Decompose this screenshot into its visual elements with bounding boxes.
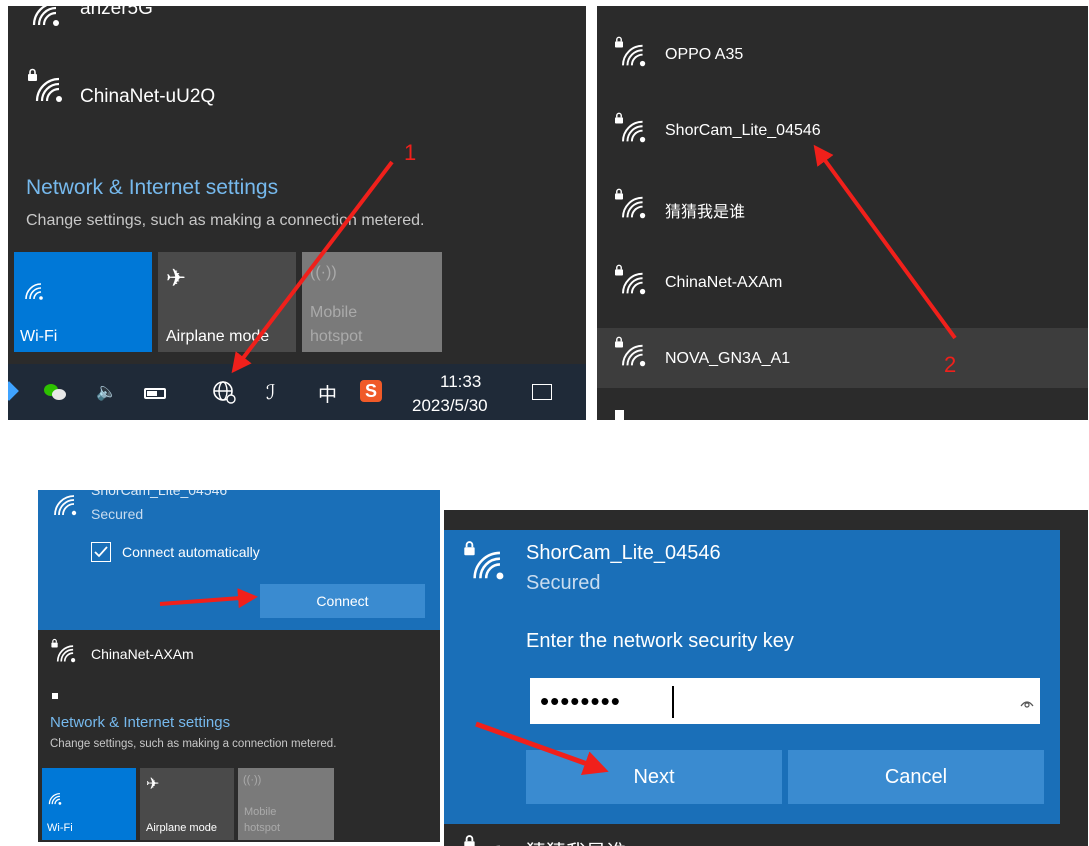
- pen-icon[interactable]: ℐ: [266, 380, 275, 405]
- secured-wifi-icon: [615, 264, 646, 295]
- connect-button-label: Connect: [316, 593, 369, 609]
- annotation-number-1: 1: [404, 140, 417, 165]
- checkmark-icon: [94, 546, 108, 558]
- airplane-icon: ✈: [146, 774, 160, 793]
- network-item-hovered[interactable]: NOVA_GN3A_A1: [597, 328, 1088, 388]
- wifi-quick-action-tile[interactable]: Wi-Fi: [14, 252, 152, 352]
- ime-indicator[interactable]: 中: [318, 380, 337, 407]
- annotation-number-2: 2: [944, 352, 957, 377]
- cancel-button[interactable]: Cancel: [788, 750, 1044, 804]
- secured-wifi-icon: [615, 336, 646, 367]
- security-key-input[interactable]: ••••••••: [528, 676, 1042, 726]
- next-button[interactable]: Next: [526, 750, 782, 804]
- network-item[interactable]: 猜猜我是谁: [597, 180, 1088, 240]
- network-name: ShorCam_Lite_04546: [665, 122, 821, 139]
- hotspot-icon: ((·)): [310, 264, 337, 281]
- security-key-card: ShorCam_Lite_04546 Secured Enter the net…: [444, 530, 1060, 824]
- network-name: OPPO A35: [665, 46, 744, 63]
- network-name: anzer5G: [80, 6, 153, 19]
- wifi-icon: [54, 495, 77, 516]
- wifi-icon: [48, 792, 62, 805]
- secured-wifi-icon: [28, 68, 62, 102]
- connect-button[interactable]: Connect: [260, 584, 425, 618]
- network-name: ShorCam_Lite_04546: [526, 542, 721, 564]
- reveal-password-eye-icon[interactable]: [1020, 698, 1034, 708]
- network-name-partial: ShorCam_Lite_04546: [91, 490, 228, 498]
- tile-label: Airplane mode: [166, 328, 270, 345]
- tile-label-line2: hotspot: [244, 822, 281, 834]
- network-name: ChinaNet-AXAm: [91, 646, 194, 662]
- secured-wifi-icon: [615, 36, 646, 67]
- network-status: Secured: [526, 572, 601, 594]
- network-item-chinanet-axam[interactable]: ChinaNet-AXAm: [38, 636, 440, 676]
- airplane-mode-tile[interactable]: ✈ Airplane mode: [158, 252, 296, 352]
- connect-automatically-label: Connect automatically: [122, 544, 260, 560]
- secured-wifi-icon: [51, 638, 76, 663]
- network-settings-description: Change settings, such as making a connec…: [26, 212, 425, 229]
- security-key-value: ••••••••: [540, 686, 621, 716]
- wifi-icon: [25, 283, 43, 300]
- secured-wifi-icon: [464, 541, 504, 580]
- tile-label: Wi-Fi: [20, 328, 58, 345]
- wifi-icon: [32, 6, 59, 26]
- mobile-hotspot-tile[interactable]: ((·)) Mobile hotspot: [302, 252, 442, 352]
- lock-icon-partial: [52, 693, 58, 699]
- text-caret: [672, 686, 674, 718]
- app-icon[interactable]: [8, 381, 19, 401]
- network-item[interactable]: OPPO A35: [597, 28, 1088, 88]
- action-center-icon[interactable]: [532, 384, 552, 400]
- volume-icon[interactable]: 🔈: [96, 382, 117, 402]
- network-settings-link[interactable]: Network & Internet settings: [26, 176, 278, 200]
- secured-wifi-icon: [615, 112, 646, 143]
- wechat-icon[interactable]: [44, 384, 66, 400]
- tile-label-line1: Mobile: [244, 806, 277, 818]
- battery-icon[interactable]: [144, 388, 166, 399]
- network-name-partial: 猜猜我是谁: [526, 836, 626, 846]
- sogou-icon[interactable]: S: [360, 380, 382, 402]
- tile-label: Airplane mode: [146, 822, 217, 834]
- clock-date[interactable]: 2023/5/30: [412, 396, 488, 416]
- network-name: ChinaNet-AXAm: [665, 274, 783, 291]
- connect-automatically-checkbox[interactable]: [91, 542, 111, 562]
- hotspot-icon: ((·)): [243, 774, 262, 786]
- network-item[interactable]: ShorCam_Lite_04546: [597, 104, 1088, 164]
- tile-label-line1: Mobile: [310, 304, 358, 321]
- secured-wifi-icon: [615, 188, 646, 219]
- secured-wifi-icon: [464, 835, 500, 846]
- taskbar: 🔈 ℐ 中 S 11:33 2023/5/30: [8, 364, 586, 420]
- network-item-chinanet-uu2q[interactable]: ChinaNet-uU2Q: [8, 64, 586, 124]
- airplane-mode-tile[interactable]: ✈ Airplane mode: [140, 768, 234, 840]
- network-name: 猜猜我是谁: [665, 202, 746, 221]
- tile-label-line2: hotspot: [310, 328, 363, 345]
- network-settings-description: Change settings, such as making a connec…: [50, 738, 337, 750]
- network-settings-link[interactable]: Network & Internet settings: [50, 714, 230, 731]
- network-name: ChinaNet-uU2Q: [80, 86, 216, 107]
- network-item-anzer5g[interactable]: anzer5G: [8, 6, 586, 26]
- panel-network-flyout-1: anzer5G ChinaNet-uU2Q Network & Internet…: [8, 6, 586, 420]
- tile-label: Wi-Fi: [47, 822, 73, 834]
- network-item-partial[interactable]: 猜猜我是谁: [444, 828, 1060, 846]
- network-item[interactable]: ChinaNet-AXAm: [597, 256, 1088, 316]
- cancel-button-label: Cancel: [884, 766, 948, 788]
- lock-icon-partial: [615, 410, 624, 420]
- security-key-prompt: Enter the network security key: [526, 630, 794, 652]
- network-name: NOVA_GN3A_A1: [665, 350, 791, 367]
- panel-network-list: OPPO A35 ShorCam_Lite_04546 猜猜我是谁 ChinaN…: [597, 6, 1088, 420]
- panel-connect-flyout: ShorCam_Lite_04546 Secured Connect autom…: [38, 490, 440, 842]
- airplane-icon: ✈: [166, 264, 187, 292]
- selected-network-card: ShorCam_Lite_04546 Secured Connect autom…: [38, 490, 440, 630]
- clock-time[interactable]: 11:33: [440, 372, 481, 392]
- network-status: Secured: [91, 506, 144, 522]
- panel-security-key-dialog: ShorCam_Lite_04546 Secured Enter the net…: [444, 510, 1088, 846]
- wifi-quick-action-tile[interactable]: Wi-Fi: [42, 768, 136, 840]
- next-button-label: Next: [633, 766, 675, 788]
- mobile-hotspot-tile[interactable]: ((·)) Mobile hotspot: [238, 768, 334, 840]
- network-globe-icon[interactable]: [212, 380, 236, 404]
